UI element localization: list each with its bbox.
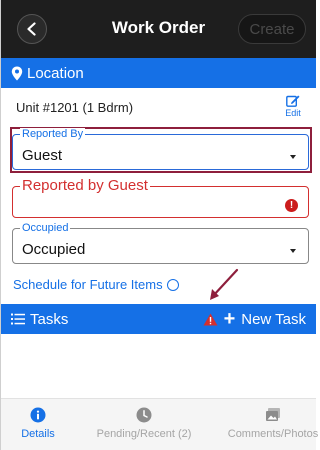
plus-icon: +	[223, 308, 236, 330]
radio-circle-icon	[166, 278, 179, 291]
tab-pending-recent[interactable]: Pending/Recent (2)	[83, 407, 205, 440]
clock-icon	[136, 407, 152, 423]
caret-down-icon	[290, 155, 296, 159]
tab-label: Comments/Photos	[227, 428, 319, 440]
unit-name: Unit #1201 (1 Bdrm)	[16, 99, 134, 115]
info-icon	[30, 407, 46, 423]
schedule-future-items-toggle[interactable]: Schedule for Future Items	[13, 277, 179, 292]
tab-details[interactable]: Details	[9, 407, 67, 440]
photos-icon	[266, 408, 280, 421]
tab-label: Details	[21, 428, 55, 440]
new-task-button[interactable]: + New Task	[203, 308, 306, 330]
tab-label: Pending/Recent (2)	[96, 428, 192, 440]
tasks-section-header: Tasks + New Task	[1, 304, 316, 334]
occupied-select[interactable]: Occupied Occupied	[12, 222, 309, 264]
reported-by-select[interactable]: Reported By Guest	[12, 128, 309, 170]
tab-comments-photos[interactable]: Comments/Photos	[223, 407, 320, 440]
header-bar: Work Order Create	[1, 0, 316, 58]
caret-down-icon	[290, 249, 296, 253]
work-order-screen: Work Order Create Location Unit #1201 (1…	[0, 0, 318, 450]
map-pin-icon	[11, 66, 23, 80]
alert-circle-icon: !	[285, 199, 298, 212]
reported-by-guest-label: Reported by Guest	[20, 177, 150, 194]
list-icon	[11, 313, 25, 325]
bottom-tab-bar: Details Pending/Recent (2) Comments/Phot…	[1, 398, 318, 450]
tasks-title: Tasks	[11, 311, 68, 328]
edit-label: Edit	[285, 108, 301, 118]
location-section-header: Location	[1, 58, 316, 88]
annotation-arrow-icon	[210, 268, 239, 300]
reported-by-value: Guest	[22, 147, 63, 164]
new-task-label: New Task	[241, 310, 306, 328]
edit-location-button[interactable]: Edit	[281, 94, 305, 118]
occupied-value: Occupied	[22, 241, 86, 258]
occupied-label: Occupied	[20, 222, 71, 234]
reported-by-guest-input[interactable]: Reported by Guest !	[12, 178, 309, 218]
warning-triangle-icon	[203, 313, 218, 325]
tasks-label: Tasks	[30, 310, 69, 328]
create-button[interactable]: Create	[238, 14, 306, 44]
reported-by-label: Reported By	[20, 128, 86, 140]
location-label: Location	[27, 64, 84, 82]
schedule-label: Schedule for Future Items	[13, 277, 163, 292]
edit-icon	[286, 95, 300, 107]
